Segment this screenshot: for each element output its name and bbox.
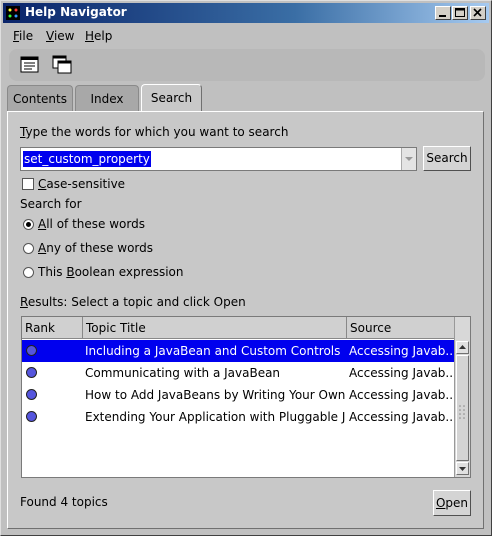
rank-cell [22, 406, 83, 428]
doc-window-icon[interactable] [19, 54, 41, 76]
case-sensitive-checkbox[interactable] [22, 178, 34, 190]
results-table: Rank Topic Title Source Including a Java… [21, 316, 471, 478]
menu-help[interactable]: Help [85, 29, 112, 43]
tab-contents[interactable]: Contents [7, 85, 73, 111]
tab-index[interactable]: Index [75, 85, 139, 111]
source-cell: Accessing Javab... [349, 410, 455, 424]
table-row[interactable]: Extending Your Application with Pluggabl… [22, 406, 455, 428]
minimize-icon [439, 15, 446, 17]
rank-dot-icon [26, 367, 37, 378]
column-header-source[interactable]: Source [347, 317, 455, 339]
radio-any-words[interactable] [23, 243, 34, 254]
rank-cell [22, 340, 83, 362]
source-cell: Accessing Javab... [349, 366, 455, 380]
open-mnemonic: O [435, 496, 446, 510]
search-button[interactable]: Search [423, 146, 471, 171]
table-row[interactable]: Communicating with a JavaBean Accessing … [22, 362, 455, 384]
search-for-label: Search for [20, 197, 82, 211]
cascade-windows-icon[interactable] [51, 54, 73, 76]
search-prompt-label: Type the words for which you want to sea… [20, 125, 289, 139]
scroll-thumb[interactable] [456, 355, 469, 461]
results-scrollbar[interactable] [454, 317, 470, 477]
radio-selected-dot [26, 222, 31, 227]
search-query-text: set_custom_property [23, 151, 151, 167]
window-title: Help Navigator [25, 5, 127, 19]
combo-dropdown-button[interactable] [401, 148, 416, 170]
case-sensitive-label: Case-sensitive [38, 177, 126, 191]
chevron-down-icon [405, 157, 413, 161]
scroll-down-button[interactable] [456, 462, 469, 475]
column-header-rank[interactable]: Rank [22, 317, 83, 339]
results-label: Results: Select a topic and click Open [20, 295, 246, 309]
scroll-up-button[interactable] [456, 341, 469, 354]
open-button[interactable]: Open [433, 490, 471, 516]
rank-dot-icon [26, 389, 37, 400]
close-button[interactable] [470, 6, 486, 20]
menu-file[interactable]: File [13, 29, 33, 43]
topic-title-cell: How to Add JavaBeans by Writing Your Own… [85, 388, 346, 402]
menu-view[interactable]: View [46, 29, 74, 43]
open-label-rest: pen [445, 496, 469, 510]
toolbar [9, 49, 485, 81]
menu-bar: File View Help [3, 25, 489, 47]
column-header-topic-title[interactable]: Topic Title [83, 317, 347, 339]
results-status: Found 4 topics [20, 495, 108, 509]
table-row[interactable]: How to Add JavaBeans by Writing Your Own… [22, 384, 455, 406]
tab-search[interactable]: Search [141, 84, 202, 112]
radio-boolean-expression[interactable] [23, 267, 34, 278]
maximize-button[interactable] [452, 6, 468, 20]
radio-all-words[interactable] [23, 219, 34, 230]
results-table-header: Rank Topic Title Source [22, 317, 455, 339]
topic-title-cell: Including a JavaBean and Custom Controls [85, 344, 341, 358]
rank-cell [22, 384, 83, 406]
minimize-button[interactable] [435, 6, 451, 20]
search-input[interactable]: set_custom_property [20, 147, 417, 171]
radio-boolean-label: This Boolean expression [38, 265, 184, 279]
maximize-icon [455, 8, 465, 17]
radio-all-words-label: All of these words [38, 217, 145, 231]
topic-title-cell: Communicating with a JavaBean [85, 366, 281, 380]
title-bar[interactable]: Help Navigator [3, 3, 489, 23]
chevron-up-icon [459, 345, 466, 349]
table-row[interactable]: Including a JavaBean and Custom Controls… [22, 340, 455, 362]
source-cell: Accessing Javab... [349, 344, 455, 358]
grip-icon [459, 405, 465, 419]
rank-dot-icon [26, 345, 37, 356]
source-cell: Accessing Javab... [349, 388, 455, 402]
radio-any-words-label: Any of these words [38, 241, 154, 255]
chevron-down-icon [459, 467, 466, 471]
topic-title-cell: Extending Your Application with Pluggabl… [85, 410, 346, 424]
rank-dot-icon [26, 411, 37, 422]
close-icon [473, 8, 482, 17]
rank-cell [22, 362, 83, 384]
app-icon [6, 6, 20, 20]
